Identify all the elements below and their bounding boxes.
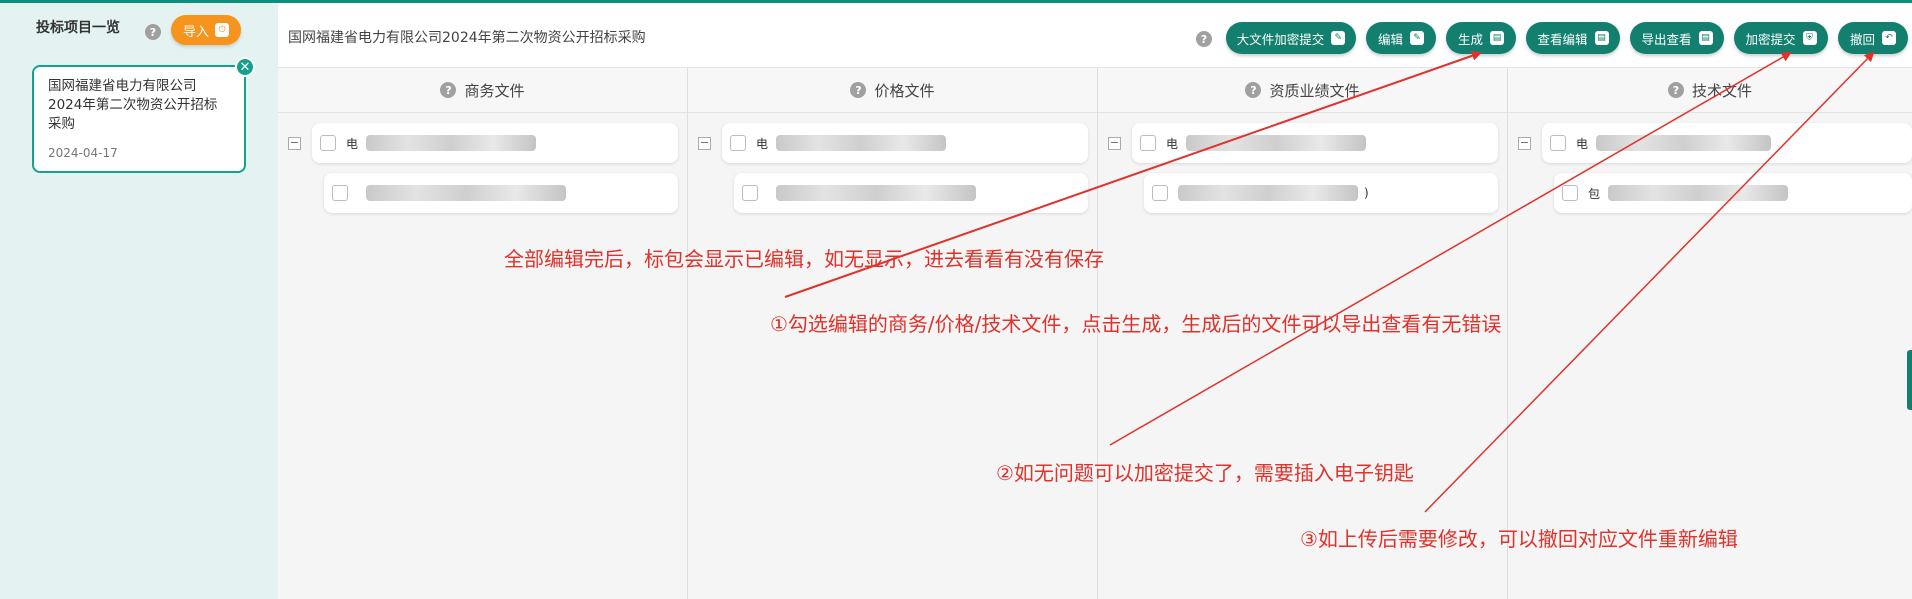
tree-item[interactable]: 电 [1542, 123, 1912, 163]
redacted-text [1178, 185, 1358, 201]
annotation-note: ③如上传后需要修改，可以撤回对应文件重新编辑 [1300, 527, 1738, 551]
tree-item[interactable]: 电 [312, 123, 678, 163]
import-button-label: 导入 [182, 24, 209, 40]
redacted-text [1186, 135, 1367, 151]
project-date: 2024-04-17 [48, 146, 118, 160]
redacted-text [776, 135, 947, 151]
undo-icon: ↶ [1882, 31, 1896, 45]
column-technical: ? 技术文件 − 电 包 [1508, 68, 1912, 599]
column-title: 商务文件 [464, 81, 525, 100]
redacted-text [366, 185, 566, 201]
item-label: 电 [1166, 136, 1179, 151]
redacted-text [1596, 135, 1772, 151]
export-view-button[interactable]: 导出查看 ▤ [1630, 22, 1724, 54]
column-title: 价格文件 [874, 81, 935, 100]
document-icon: ▤ [1698, 31, 1713, 45]
collapse-icon[interactable]: − [1108, 137, 1121, 150]
help-icon[interactable]: ? [145, 24, 161, 40]
checkbox[interactable] [332, 185, 348, 201]
button-label: 撤回 [1849, 31, 1875, 47]
redacted-text [776, 185, 976, 201]
shield-icon: ⛨ [1802, 31, 1817, 45]
column-header: ? 资质业绩文件 [1098, 68, 1507, 113]
button-label: 导出查看 [1641, 31, 1692, 47]
column-business: ? 商务文件 − 电 [278, 68, 688, 599]
tree-item[interactable]: ) [1144, 173, 1498, 213]
sidebar-title: 投标项目一览 [36, 20, 120, 36]
button-label: 大文件加密提交 [1236, 31, 1325, 47]
large-file-encrypt-submit-button[interactable]: 大文件加密提交 ✎ [1226, 22, 1356, 54]
item-label: 电 [1576, 136, 1589, 151]
checkbox[interactable] [1562, 185, 1578, 201]
help-icon[interactable]: ? [1245, 82, 1262, 98]
checkbox[interactable] [742, 185, 758, 201]
item-label: 包 [1588, 186, 1601, 201]
side-panel-handle[interactable] [1907, 350, 1912, 410]
sidebar-header: 投标项目一览 [36, 17, 120, 37]
close-icon[interactable]: ✕ [235, 57, 255, 77]
item-label: 电 [346, 136, 359, 151]
help-icon[interactable]: ? [850, 82, 867, 98]
edit-icon: ✎ [1410, 31, 1424, 45]
checkbox[interactable] [1140, 135, 1156, 151]
column-header: ? 价格文件 [688, 68, 1097, 113]
project-card[interactable]: 国网福建省电力有限公司2024年第二次物资公开招标采购 2024-04-17 [32, 65, 246, 173]
collapse-icon[interactable]: − [1518, 137, 1531, 150]
edit-button[interactable]: 编辑 ✎ [1366, 22, 1436, 54]
button-label: 生成 [1457, 31, 1483, 47]
annotation-note: 全部编辑完后，标包会显示已编辑，如无显示，进去看看有没有保存 [504, 247, 1104, 271]
header: 国网福建省电力有限公司2024年第二次物资公开招标采购 ? 大文件加密提交 ✎ … [278, 0, 1912, 68]
button-label: 编辑 [1377, 31, 1403, 47]
edit-icon: ✎ [1331, 31, 1346, 45]
document-icon: ▤ [1490, 31, 1504, 45]
checkbox[interactable] [730, 135, 746, 151]
sidebar: 投标项目一览 ? 导入 ⏻ 国网福建省电力有限公司2024年第二次物资公开招标采… [0, 0, 278, 599]
column-title: 资质业绩文件 [1269, 81, 1360, 100]
column-header: ? 商务文件 [278, 68, 687, 113]
help-icon[interactable]: ? [1196, 31, 1212, 47]
page-title: 国网福建省电力有限公司2024年第二次物资公开招标采购 [288, 30, 646, 46]
column-title: 技术文件 [1691, 81, 1752, 100]
checkbox[interactable] [320, 135, 336, 151]
collapse-icon[interactable]: − [698, 137, 711, 150]
help-icon[interactable]: ? [1667, 82, 1684, 98]
annotation-note: ②如无问题可以加密提交了，需要插入电子钥匙 [996, 461, 1414, 485]
project-title: 国网福建省电力有限公司2024年第二次物资公开招标采购 [48, 78, 218, 132]
tree-item[interactable] [734, 173, 1088, 213]
item-label: 电 [756, 136, 769, 151]
annotation-note: ①勾选编辑的商务/价格/技术文件，点击生成，生成后的文件可以导出查看有无错误 [770, 312, 1502, 336]
redacted-text [366, 135, 537, 151]
withdraw-button[interactable]: 撤回 ↶ [1838, 22, 1908, 54]
button-label: 查看编辑 [1537, 31, 1588, 47]
tree-item[interactable]: 包 [1554, 173, 1912, 213]
button-label: 加密提交 [1745, 31, 1796, 47]
generate-button[interactable]: 生成 ▤ [1446, 22, 1516, 54]
tree-item[interactable]: 电 [722, 123, 1088, 163]
encrypt-submit-button[interactable]: 加密提交 ⛨ [1734, 22, 1828, 54]
document-icon: ▤ [1594, 31, 1609, 45]
item-label: ) [1364, 186, 1369, 200]
view-edit-button[interactable]: 查看编辑 ▤ [1526, 22, 1620, 54]
help-icon[interactable]: ? [440, 82, 457, 98]
import-button[interactable]: 导入 ⏻ [171, 15, 241, 45]
tree-item[interactable]: 电 [1132, 123, 1498, 163]
collapse-icon[interactable]: − [288, 137, 301, 150]
checkbox[interactable] [1550, 135, 1566, 151]
column-header: ? 技术文件 [1508, 68, 1912, 113]
upload-icon: ⏻ [215, 23, 229, 37]
redacted-text [1608, 185, 1789, 201]
checkbox[interactable] [1152, 185, 1168, 201]
tree-item[interactable] [324, 173, 678, 213]
